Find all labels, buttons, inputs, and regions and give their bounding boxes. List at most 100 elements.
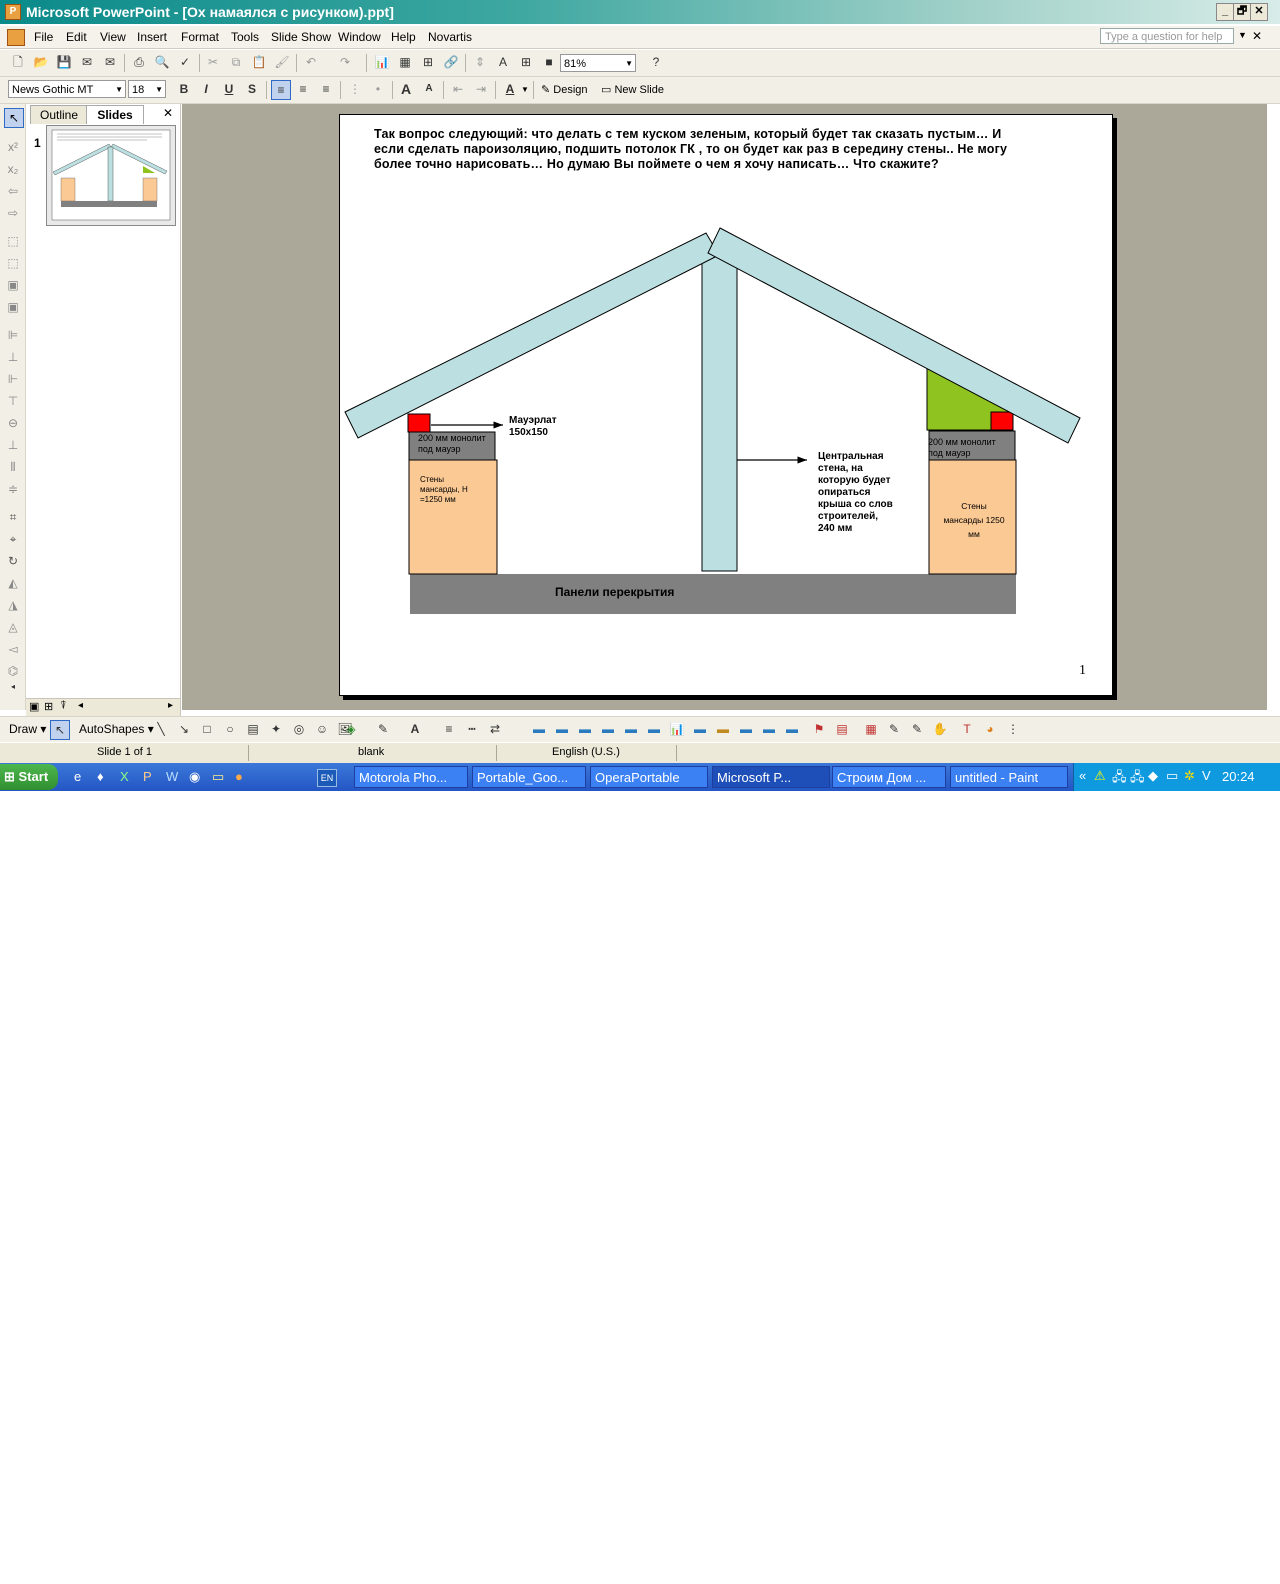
right-mauerlat-shape[interactable] [990,411,1014,431]
save-icon[interactable]: 💾 [55,53,73,71]
ungroup-icon[interactable]: ⬚ [4,254,22,272]
menu-novartis[interactable]: Novartis [428,30,472,44]
grid-color-icon[interactable]: ▦ [862,720,880,738]
connector-icon[interactable]: ✎ [908,720,926,738]
decrease-indent-icon[interactable]: ⇤ [449,80,467,98]
shape-style-2-icon[interactable]: ▬ [553,720,571,738]
select-objects-icon[interactable]: ↖ [50,720,70,740]
slide-sorter-view-icon[interactable]: ⊞ [44,700,53,713]
paste-icon[interactable]: 📋 [250,53,268,71]
align-right-button[interactable]: ≡ [317,80,335,98]
cut-icon[interactable]: ✂ [204,53,222,71]
print-icon[interactable]: ⎙ [130,53,148,71]
rotate-right-icon[interactable]: ◮ [4,596,22,614]
internet-explorer-icon[interactable]: e [74,769,81,784]
central-wall-label[interactable]: Центральная стена, на которую будет опир… [818,451,893,535]
dash-style-icon[interactable]: ┅ [463,720,481,738]
tab-slides[interactable]: Slides [86,105,144,124]
help-icon[interactable]: ? [647,53,665,71]
line-color-icon[interactable]: ✎ [374,720,392,738]
close-document-button[interactable]: ✕ [1252,29,1262,43]
chart-icon[interactable]: 📊 [668,720,686,738]
font-select[interactable]: News Gothic MT ▼ [8,80,126,98]
show-grid-icon[interactable]: ⊞ [517,53,535,71]
bluetooth-icon[interactable]: ✲ [1184,768,1195,784]
task-opera-portable[interactable]: OperaPortable [590,766,708,788]
superscript-icon[interactable]: x² [4,138,22,156]
shape-style-9-icon[interactable]: ▬ [737,720,755,738]
warning-icon[interactable]: ⚠ [1094,768,1106,784]
slide-thumbnail[interactable] [46,125,176,226]
scroll-right-icon[interactable]: ▸ [168,700,173,711]
increase-indent-icon[interactable]: ⇥ [472,80,490,98]
minimize-button[interactable]: _ [1216,3,1234,21]
align-right-objects-icon[interactable]: ⊩ [4,370,22,388]
email-icon[interactable]: ✉ [101,53,119,71]
send-backward-icon[interactable]: ▣ [4,298,22,316]
shape-style-10-icon[interactable]: ▬ [760,720,778,738]
flip-horizontal-icon[interactable]: ◬ [4,618,22,636]
fill-color-icon[interactable]: ◈ [342,720,360,738]
media-icon[interactable]: ● [235,769,243,784]
pie-icon[interactable]: ◕ [981,720,999,738]
distribute-horizontally-icon[interactable]: ⫴ [4,458,22,476]
shadow-button[interactable]: S [243,80,261,98]
acrobat-icon[interactable]: ♦ [97,769,104,784]
slide-canvas[interactable]: Так вопрос следующий: что делать с тем к… [339,114,1113,696]
line-style-icon[interactable]: ≡ [440,720,458,738]
resize-icon[interactable]: ⌖ [4,530,22,548]
font-color-icon[interactable]: A [501,80,519,98]
help-dropdown-icon[interactable]: ▼ [1238,30,1247,40]
insert-chart-icon[interactable]: 📊 [373,53,391,71]
more-tools-icon[interactable]: ⋮ [1004,720,1022,738]
rectangle-icon[interactable]: □ [198,720,216,738]
floor-slab-shape[interactable] [410,574,1016,614]
clock[interactable]: 20:24 [1222,769,1255,784]
central-wall-shape[interactable] [701,246,738,572]
chevron-down-icon[interactable]: ▼ [521,85,529,94]
shape-style-5-icon[interactable]: ▬ [622,720,640,738]
arrow-style-icon[interactable]: ⇄ [486,720,504,738]
toolbar-more-icon[interactable]: ◂ [4,678,22,696]
diagram-icon[interactable]: ◎ [290,720,308,738]
floor-slab-label[interactable]: Панели перекрытия [555,585,674,599]
flip-vertical-icon[interactable]: ◅ [4,640,22,658]
folder-icon[interactable]: ▭ [212,769,224,785]
network-icon[interactable]: 🖧 [1112,768,1127,790]
select-objects-icon[interactable]: ↖ [4,108,24,128]
left-rafter-shape[interactable] [344,232,720,439]
task-motorola[interactable]: Motorola Pho... [354,766,468,788]
tables-borders-icon[interactable]: ⊞ [419,53,437,71]
antivirus-icon[interactable]: ◆ [1148,768,1158,784]
left-monolith-label[interactable]: 200 мм монолит под мауэр [418,433,486,455]
close-window-button[interactable]: ✕ [1250,3,1268,21]
subscript-icon[interactable]: x₂ [4,160,22,178]
flag-icon[interactable]: ⚑ [810,720,828,738]
numbering-icon[interactable]: ⋮ [346,80,364,98]
right-monolith-label[interactable]: 200 мм монолит под мауэр [928,437,996,459]
rotate-left-icon[interactable]: ◭ [4,574,22,592]
group-icon[interactable]: ⬚ [4,232,22,250]
color-grayscale-icon[interactable]: ■ [540,53,558,71]
text-tool-icon[interactable]: T [958,720,976,738]
line-icon[interactable]: ╲ [152,720,170,738]
outlook-icon[interactable]: ◉ [189,769,200,785]
menu-help[interactable]: Help [391,30,416,44]
print-preview-icon[interactable]: 🔍 [153,53,171,71]
new-icon[interactable]: 🗋 [9,53,27,71]
help-search-input[interactable]: Type a question for help [1100,28,1234,44]
left-mauerlat-shape[interactable] [407,413,431,433]
menu-file[interactable]: File [34,30,53,44]
scroll-left-icon[interactable]: ◂ [78,700,83,711]
shape-style-6-icon[interactable]: ▬ [645,720,663,738]
underline-button[interactable]: U [220,80,238,98]
arrow-left-icon[interactable]: ⇦ [4,182,22,200]
format-painter-icon[interactable]: 🖌 [273,53,291,71]
monitor-icon[interactable]: ▭ [1166,768,1178,784]
redo-icon[interactable]: ↷ [336,53,354,71]
undo-icon[interactable]: ↶ [302,53,320,71]
powerpoint-app-icon[interactable]: P [5,4,21,20]
edit-shape-icon[interactable]: ✎ [885,720,903,738]
language-indicator[interactable]: EN [317,769,337,787]
task-stroim-dom[interactable]: Строим Дом ... [832,766,946,788]
